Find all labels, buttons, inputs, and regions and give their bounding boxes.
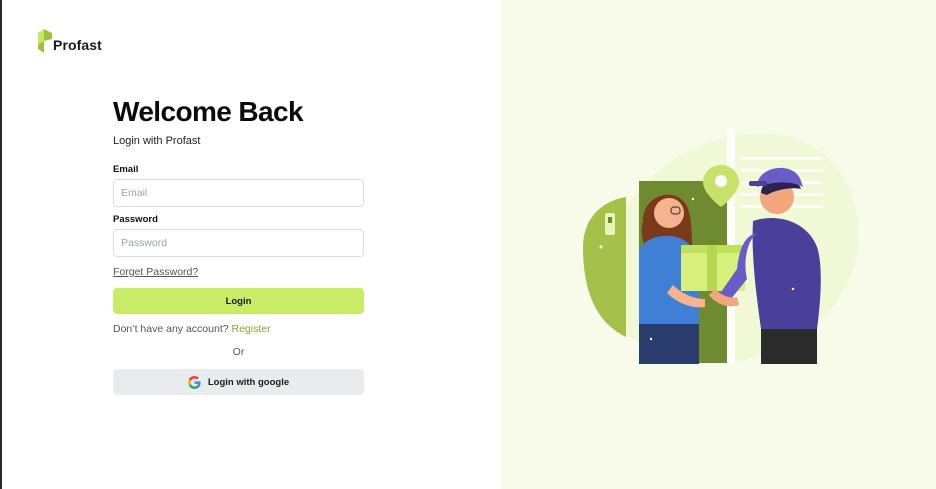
register-prompt: Don’t have any account? Register: [113, 323, 364, 336]
email-field-wrapper[interactable]: [113, 179, 364, 207]
delivery-handover-illustration: [583, 129, 859, 364]
email-field[interactable]: [121, 187, 363, 199]
email-label: Email: [113, 164, 139, 175]
google-icon: [187, 375, 201, 389]
no-account-text: Don’t have any account?: [113, 323, 229, 335]
password-label: Password: [113, 214, 158, 225]
google-button-label: Login with google: [207, 376, 290, 388]
login-form: Welcome Back Login with Profast Email Pa…: [113, 96, 364, 395]
login-panel: Profast Welcome Back Login with Profast …: [2, 0, 501, 489]
left-door-shape: [583, 197, 626, 337]
login-button[interactable]: Login: [113, 288, 364, 314]
password-field[interactable]: [121, 237, 363, 249]
page-title: Welcome Back: [113, 96, 304, 127]
password-field-wrapper[interactable]: [113, 229, 364, 257]
or-divider: Or: [232, 346, 245, 358]
brand-logo[interactable]: Profast: [38, 29, 102, 53]
illustration-panel: [501, 0, 936, 489]
profast-box-logo-icon: [38, 29, 52, 53]
page-subtitle: Login with Profast: [113, 135, 201, 147]
google-login-button[interactable]: Login with google: [113, 369, 364, 395]
forget-password-link[interactable]: Forget Password?: [113, 266, 198, 279]
brand-name: Profast: [53, 37, 102, 53]
register-link[interactable]: Register: [232, 323, 271, 335]
